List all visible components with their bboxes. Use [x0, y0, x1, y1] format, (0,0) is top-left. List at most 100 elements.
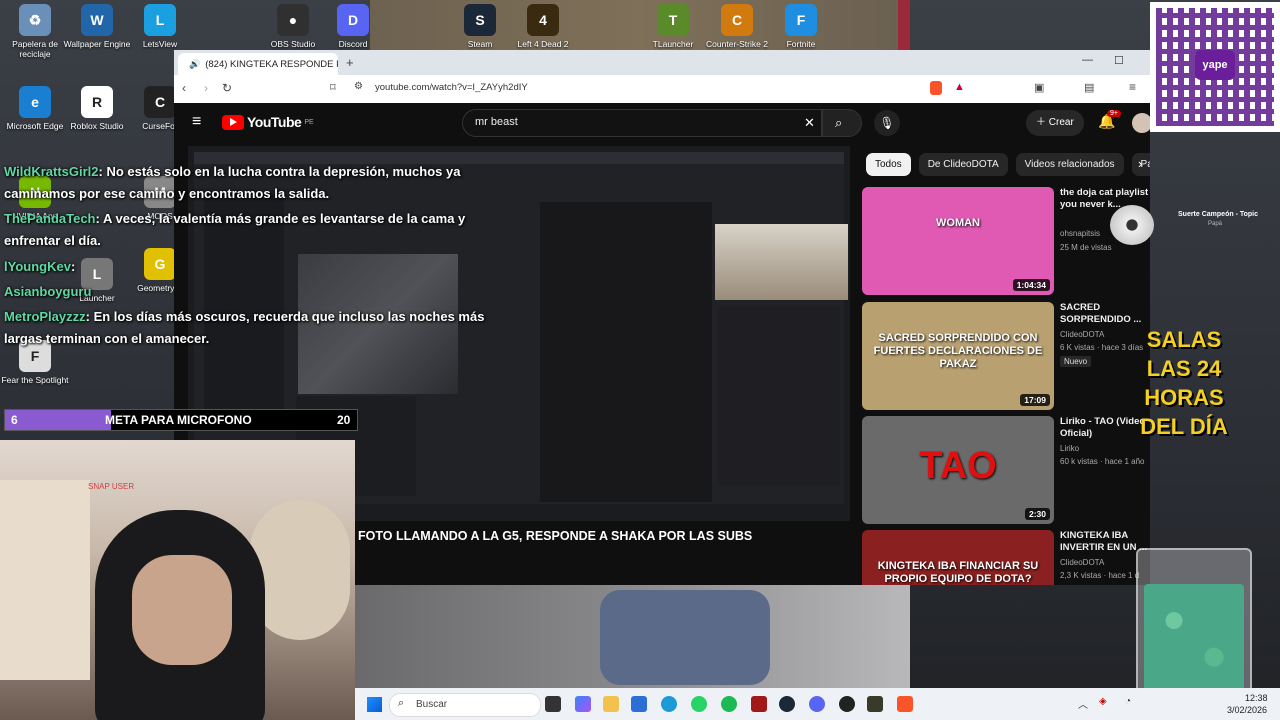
create-button[interactable]: ＋ Crear — [1026, 110, 1084, 136]
site-info-icon[interactable]: ⚙ — [354, 81, 363, 92]
youtube-play-icon — [222, 114, 244, 130]
edge-icon[interactable] — [661, 696, 677, 712]
video-frame-webcam — [715, 224, 848, 300]
desktop-icon-microsoft-edge[interactable]: e Microsoft Edge — [0, 86, 70, 131]
microsoft-edge-icon: e — [19, 86, 51, 118]
desktop-icon-papelera-de-reciclaje[interactable]: ♻ Papelera de reciclaje — [0, 4, 70, 59]
recommendation-item[interactable]: WOMAN 1:04:34 the doja cat playlist you ne… — [862, 187, 1150, 297]
clock-date[interactable]: 3/02/2026 — [1227, 705, 1267, 715]
search-button[interactable]: ⌕ — [822, 109, 862, 137]
wallet-icon[interactable]: ▤ — [1084, 81, 1094, 94]
tray-chevron-icon[interactable]: ︿ — [1078, 696, 1088, 711]
discord-taskbar-icon[interactable] — [809, 696, 825, 712]
chip-todos[interactable]: Todos — [866, 153, 911, 176]
duration-badge: 17:09 — [1020, 394, 1050, 406]
brave-taskbar-icon[interactable] — [897, 696, 913, 712]
recommendation-thumbnail[interactable]: WOMAN 1:04:34 — [862, 187, 1054, 295]
dota-icon[interactable] — [751, 696, 767, 712]
steam-icon: S — [464, 4, 496, 36]
chip-de-clideodota[interactable]: De ClideoDOTA — [918, 153, 1008, 176]
tab-title: (824) KINGTEKA RESPONDE P — [205, 58, 338, 70]
recommendation-meta: 25 M de vistas — [1060, 243, 1112, 252]
chat-message: MetroPlayzzz: En los días más oscuros, r… — [4, 305, 484, 328]
chat-message: ThePandaTech: A veces, la valentía más g… — [4, 207, 465, 230]
desktop-icon-letsview[interactable]: L LetsView — [125, 4, 195, 49]
recommendation-thumbnail[interactable]: KINGTEKA IBA FINANCIAR SU PROPIO EQUIPO … — [862, 530, 1054, 585]
clock-time[interactable]: 12:38 — [1245, 693, 1268, 703]
reload-icon[interactable]: ↻ — [222, 81, 232, 95]
desktop-icon-wallpaper-engine[interactable]: W Wallpaper Engine — [62, 4, 132, 49]
clear-search-icon[interactable]: ✕ — [804, 115, 815, 131]
recommendation-title[interactable]: SACRED SORPRENDIDO ... — [1060, 302, 1150, 326]
search-input[interactable]: mr beast — [462, 109, 822, 137]
recommendation-item[interactable]: TAO 2:30 Liriko - TAO (Video Oficial) Lirik… — [862, 416, 1150, 526]
chat-username: MetroPlayzzz — [4, 309, 86, 324]
wallpaper-engine-icon: W — [81, 4, 113, 36]
url-field[interactable]: youtube.com/watch?v=I_ZAYyh2dIY — [375, 82, 528, 93]
sidebar-icon[interactable]: ▣ — [1034, 81, 1044, 94]
tray-wifi-icon[interactable]: ◔ — [1125, 696, 1131, 707]
forward-icon[interactable]: › — [204, 81, 208, 95]
address-bar: ‹ › ↻ ⌑ ⚙ youtube.com/watch?v=I_ZAYyh2dI… — [174, 75, 1150, 104]
desktop-icon-label: Microsoft Edge — [6, 121, 64, 131]
start-icon[interactable] — [367, 697, 382, 712]
desktop-icon-steam[interactable]: S Steam — [445, 4, 515, 49]
yape-label: yape — [1202, 59, 1228, 71]
desktop-icon-left-4-dead-2[interactable]: 4 Left 4 Dead 2 — [508, 4, 578, 49]
copilot-icon[interactable] — [575, 696, 591, 712]
desktop-icon-label: Discord — [338, 39, 368, 49]
whatsapp-icon[interactable] — [691, 696, 707, 712]
recommendation-channel[interactable]: ohsnapitsis — [1060, 229, 1100, 238]
recommendation-channel[interactable]: Liriko — [1060, 444, 1079, 453]
menu-icon[interactable]: ≡ — [1129, 80, 1136, 94]
rewards-icon[interactable]: ▲ — [954, 81, 965, 93]
browser-tab[interactable]: 🔊 (824) KINGTEKA RESPONDE P ✕ — [178, 53, 338, 75]
recommendation-thumbnail[interactable]: TAO 2:30 — [862, 416, 1054, 524]
desktop-icon-discord[interactable]: D Discord — [318, 4, 388, 49]
desktop-icon-tlauncher[interactable]: T TLauncher — [638, 4, 708, 49]
desktop-icon-roblox-studio[interactable]: R Roblox Studio — [62, 86, 132, 131]
webcam-face — [132, 555, 232, 665]
brave-shield-icon[interactable] — [930, 81, 942, 95]
search-icon: ⌕ — [835, 115, 843, 130]
tray-network-icon[interactable]: ◈ — [1099, 696, 1107, 707]
app-taskbar-icon[interactable] — [867, 696, 883, 712]
hamburger-icon[interactable]: ≡ — [192, 113, 201, 131]
back-icon[interactable]: ‹ — [182, 81, 186, 95]
recommendation-channel[interactable]: ClideoDOTA — [1060, 558, 1104, 567]
chips-next-icon[interactable]: › — [1138, 156, 1142, 171]
minimize-icon[interactable]: — — [1082, 54, 1093, 66]
tlauncher-icon: T — [657, 4, 689, 36]
obs-taskbar-icon[interactable] — [839, 696, 855, 712]
new-tab-icon[interactable]: + — [346, 55, 354, 70]
task-view-icon[interactable] — [545, 696, 561, 712]
recommendation-item[interactable]: KINGTEKA IBA FINANCIAR SU PROPIO EQUIPO … — [862, 530, 1150, 585]
now-playing-artist: Papá — [1208, 221, 1223, 227]
avatar[interactable] — [1132, 113, 1150, 133]
steam-taskbar-icon[interactable] — [779, 696, 795, 712]
maximize-icon[interactable]: ☐ — [1114, 54, 1124, 67]
spotify-icon[interactable] — [721, 696, 737, 712]
recommendation-channel[interactable]: ClideoDOTA — [1060, 330, 1104, 339]
chat-message: lYoungKev: — [4, 255, 75, 278]
recommendation-meta: 2,3 K vistas · hace 1 d — [1060, 571, 1140, 580]
youtube-logo[interactable]: YouTube PE — [222, 114, 314, 130]
recommendation-thumbnail[interactable]: SACRED SORPRENDIDO CON FUERTES DECLARACI… — [862, 302, 1054, 410]
duration-badge: 1:04:34 — [1012, 279, 1050, 291]
letsview-icon: L — [144, 4, 176, 36]
bookmark-icon[interactable]: ⌑ — [330, 81, 336, 94]
recommendation-item[interactable]: SACRED SORPRENDIDO CON FUERTES DECLARACI… — [862, 302, 1150, 412]
desktop-icon-counter-strike-2[interactable]: C Counter-Strike 2 — [702, 4, 772, 49]
goal-target: 20 — [337, 413, 351, 427]
chip-videos-relacionados[interactable]: Videos relacionados — [1015, 153, 1124, 176]
desktop-wallpaper-red — [898, 0, 910, 50]
desktop-icon-fortnite[interactable]: F Fortnite — [766, 4, 836, 49]
webcam-shelf — [0, 480, 90, 680]
taskbar-search[interactable]: ⌕ Buscar — [389, 693, 541, 717]
store-icon[interactable] — [631, 696, 647, 712]
file-explorer-icon[interactable] — [603, 696, 619, 712]
goal-current: 6 — [11, 413, 18, 427]
microphone-icon[interactable]: 🎙 — [874, 110, 900, 136]
now-playing: Suerte Campeón - Topic Papá — [1110, 205, 1280, 245]
chat-message: WildKrattsGirl2: No estás solo en la luc… — [4, 160, 460, 183]
